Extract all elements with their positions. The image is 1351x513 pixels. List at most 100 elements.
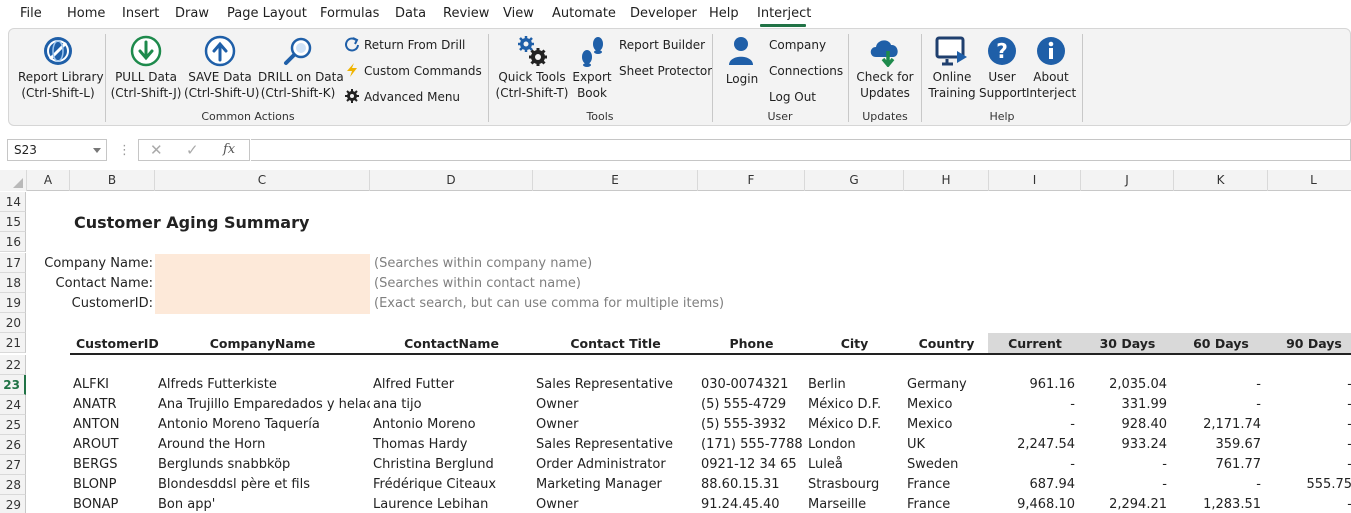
table-cell[interactable]: BERGS: [73, 455, 118, 475]
table-cell[interactable]: -: [1081, 475, 1167, 495]
table-cell[interactable]: ana tijo: [373, 395, 422, 415]
table-cell[interactable]: -: [1081, 455, 1167, 475]
table-cell[interactable]: Marseille: [808, 495, 866, 513]
table-cell[interactable]: Germany: [907, 375, 967, 395]
row-header[interactable]: 21: [0, 333, 26, 353]
row-header[interactable]: 22: [0, 355, 26, 375]
tab-developer[interactable]: Developer: [630, 6, 697, 21]
table-cell[interactable]: Bon app': [158, 495, 370, 513]
table-cell[interactable]: 2,035.04: [1081, 375, 1167, 395]
table-cell[interactable]: Christina Berglund: [373, 455, 494, 475]
enter-check-icon[interactable]: ✓: [186, 141, 199, 159]
tab-page-layout[interactable]: Page Layout: [227, 6, 307, 21]
table-cell[interactable]: 761.77: [1174, 455, 1262, 475]
row-header[interactable]: 29: [0, 495, 26, 513]
table-cell[interactable]: -: [989, 395, 1075, 415]
column-header[interactable]: E: [533, 170, 698, 191]
table-cell[interactable]: Luleå: [808, 455, 843, 475]
table-cell[interactable]: BONAP: [73, 495, 118, 513]
tab-automate[interactable]: Automate: [552, 6, 616, 21]
column-header[interactable]: F: [698, 170, 805, 191]
table-cell[interactable]: Sweden: [907, 455, 958, 475]
row-header[interactable]: 14: [0, 192, 26, 212]
insert-function-icon[interactable]: fx: [223, 142, 235, 157]
table-cell[interactable]: France: [907, 495, 950, 513]
tab-help[interactable]: Help: [709, 6, 739, 21]
tab-home[interactable]: Home: [67, 6, 105, 21]
table-cell[interactable]: -: [1268, 375, 1351, 395]
tab-data[interactable]: Data: [395, 6, 426, 21]
row-header[interactable]: 20: [0, 313, 26, 333]
table-cell[interactable]: Sales Representative: [536, 375, 673, 395]
table-cell[interactable]: (171) 555-7788: [701, 435, 803, 455]
row-header[interactable]: 25: [0, 415, 26, 435]
row-header[interactable]: 17: [0, 253, 26, 273]
table-cell[interactable]: Order Administrator: [536, 455, 666, 475]
table-cell[interactable]: Alfreds Futterkiste: [158, 375, 370, 395]
table-cell[interactable]: -: [1268, 455, 1351, 475]
row-header[interactable]: 16: [0, 232, 26, 252]
table-cell[interactable]: -: [1268, 495, 1351, 513]
table-cell[interactable]: México D.F.: [808, 395, 881, 415]
table-cell[interactable]: Mexico: [907, 395, 952, 415]
table-cell[interactable]: -: [1174, 375, 1261, 395]
table-cell[interactable]: Owner: [536, 495, 578, 513]
table-cell[interactable]: 2,247.54: [989, 435, 1075, 455]
name-box[interactable]: S23: [7, 139, 107, 161]
table-cell[interactable]: Laurence Lebihan: [373, 495, 488, 513]
log-out-button[interactable]: Log Out: [769, 89, 816, 105]
contact-name-input[interactable]: [155, 274, 370, 294]
row-header[interactable]: 28: [0, 475, 26, 495]
cancel-icon[interactable]: ✕: [150, 141, 163, 159]
table-cell[interactable]: Antonio Moreno: [373, 415, 476, 435]
table-cell[interactable]: 0921-12 34 65: [701, 455, 797, 475]
table-cell[interactable]: -: [1174, 475, 1261, 495]
column-header[interactable]: K: [1174, 170, 1268, 191]
column-header[interactable]: J: [1081, 170, 1174, 191]
company-name-input[interactable]: [155, 254, 370, 274]
tab-insert[interactable]: Insert: [122, 6, 159, 21]
column-header[interactable]: D: [370, 170, 533, 191]
tab-view[interactable]: View: [503, 6, 534, 21]
table-cell[interactable]: Ana Trujillo Emparedados y helac: [158, 395, 370, 415]
connections-button[interactable]: Connections: [769, 63, 843, 79]
table-cell[interactable]: Owner: [536, 395, 578, 415]
formula-input[interactable]: [251, 139, 1351, 161]
table-cell[interactable]: (5) 555-3932: [701, 415, 786, 435]
table-cell[interactable]: 961.16: [989, 375, 1076, 395]
table-cell[interactable]: 555.75: [1268, 475, 1351, 495]
table-cell[interactable]: -: [1268, 415, 1351, 435]
column-header[interactable]: I: [989, 170, 1081, 191]
table-cell[interactable]: 030-0074321: [701, 375, 788, 395]
table-cell[interactable]: -: [1268, 435, 1351, 455]
table-cell[interactable]: 91.24.45.40: [701, 495, 780, 513]
table-cell[interactable]: 9,468.10: [989, 495, 1075, 513]
table-cell[interactable]: AROUT: [73, 435, 119, 455]
row-header[interactable]: 24: [0, 395, 26, 415]
row-header[interactable]: 15: [0, 212, 26, 232]
row-header[interactable]: 19: [0, 293, 26, 313]
table-cell[interactable]: México D.F.: [808, 415, 881, 435]
chevron-down-icon[interactable]: [93, 148, 101, 153]
column-header[interactable]: L: [1268, 170, 1351, 191]
table-cell[interactable]: -: [989, 455, 1075, 475]
table-cell[interactable]: -: [989, 415, 1075, 435]
table-cell[interactable]: London: [808, 435, 856, 455]
column-header[interactable]: H: [904, 170, 989, 191]
table-cell[interactable]: 88.60.15.31: [701, 475, 780, 495]
table-cell[interactable]: 933.24: [1081, 435, 1168, 455]
sheet-protector-button[interactable]: Sheet Protector: [619, 63, 712, 79]
row-header[interactable]: 18: [0, 273, 26, 293]
table-cell[interactable]: ANTON: [73, 415, 120, 435]
table-cell[interactable]: (5) 555-4729: [701, 395, 786, 415]
table-cell[interactable]: -: [1268, 395, 1351, 415]
table-cell[interactable]: 1,283.51: [1174, 495, 1261, 513]
table-cell[interactable]: Frédérique Citeaux: [373, 475, 496, 495]
tab-interject[interactable]: Interject: [757, 6, 811, 21]
table-cell[interactable]: Owner: [536, 415, 578, 435]
table-cell[interactable]: Mexico: [907, 415, 952, 435]
table-cell[interactable]: -: [1174, 395, 1261, 415]
table-cell[interactable]: Antonio Moreno Taquería: [158, 415, 370, 435]
table-cell[interactable]: Berglunds snabbköp: [158, 455, 370, 475]
table-cell[interactable]: Sales Representative: [536, 435, 673, 455]
